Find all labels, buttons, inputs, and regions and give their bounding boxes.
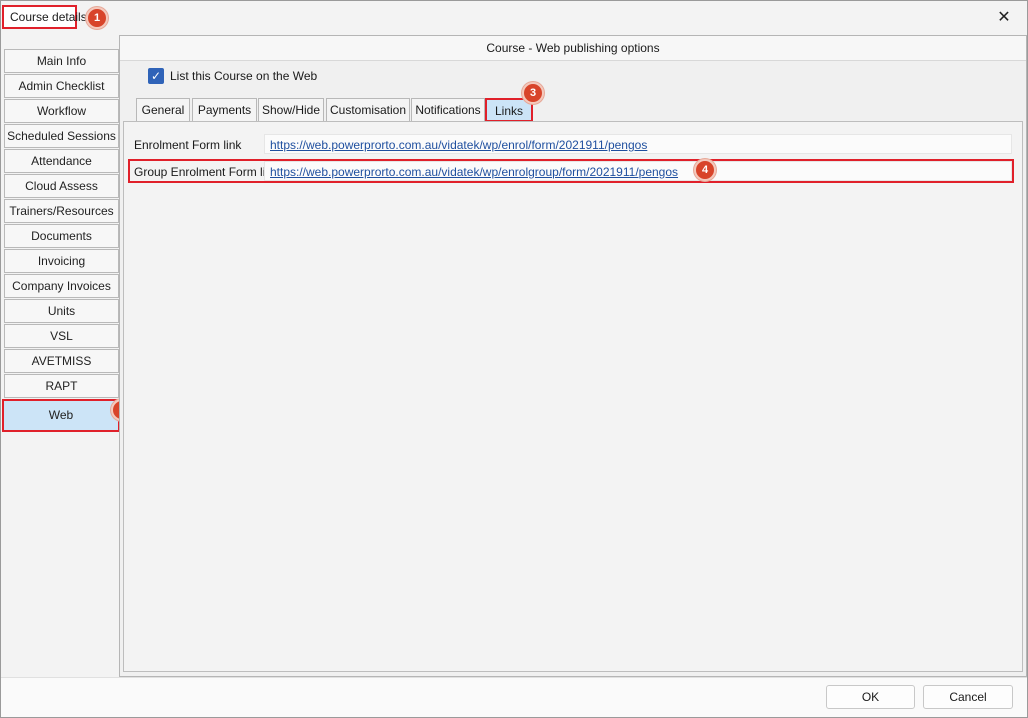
panel-header: Course - Web publishing options [120,36,1026,61]
titlebar: Course details 1 ✕ [1,1,1027,34]
group-enrolment-form-link-row: Group Enrolment Form link https://web.po… [128,161,1014,183]
web-publishing-panel: Course - Web publishing options ✓ List t… [119,35,1027,677]
sidebar-item-admin-checklist[interactable]: Admin Checklist [4,74,119,98]
enrolment-form-link[interactable]: https://web.powerprorto.com.au/vidatek/w… [270,138,647,152]
sidebar-item-invoicing[interactable]: Invoicing [4,249,119,273]
sidebar-item-trainers-resources[interactable]: Trainers/Resources [4,199,119,223]
annotation-marker-1: 1 [86,7,108,29]
sidebar-item-vsl[interactable]: VSL [4,324,119,348]
enrolment-form-link-label: Enrolment Form link [134,138,242,152]
sidebar-item-main-info[interactable]: Main Info [4,49,119,73]
sidebar-item-workflow[interactable]: Workflow [4,99,119,123]
window-title: Course details [2,5,87,29]
annotation-marker-3: 3 [522,82,544,104]
tab-notifications[interactable]: Notifications [411,98,485,122]
enrolment-form-link-row: Enrolment Form link https://web.powerpro… [128,134,1014,156]
links-tab-content: Enrolment Form link https://web.powerpro… [123,121,1023,672]
annotation-marker-4: 4 [694,159,716,181]
course-details-window: Course details 1 ✕ Main Info Admin Check… [0,0,1028,718]
list-on-web-checkbox[interactable]: ✓ [148,68,164,84]
sidebar-item-scheduled-sessions[interactable]: Scheduled Sessions [4,124,119,148]
sidebar-item-attendance[interactable]: Attendance [4,149,119,173]
close-icon: ✕ [997,9,1011,26]
ok-button[interactable]: OK [826,685,915,709]
sidebar-item-rapt[interactable]: RAPT [4,374,119,398]
dialog-footer: OK Cancel [1,677,1027,717]
group-enrolment-form-link[interactable]: https://web.powerprorto.com.au/vidatek/w… [270,165,678,179]
list-on-web-label: List this Course on the Web [170,69,318,83]
tab-general[interactable]: General [136,98,190,122]
sidebar-nav: Main Info Admin Checklist Workflow Sched… [2,49,120,433]
group-enrolment-form-link-label: Group Enrolment Form link [134,165,279,179]
sidebar-item-units[interactable]: Units [4,299,119,323]
sidebar-item-documents[interactable]: Documents [4,224,119,248]
tab-customisation[interactable]: Customisation [326,98,410,122]
sidebar-item-cloud-assess[interactable]: Cloud Assess [4,174,119,198]
close-button[interactable]: ✕ [995,9,1013,27]
tab-payments[interactable]: Payments [192,98,257,122]
tab-show-hide[interactable]: Show/Hide [258,98,324,122]
group-enrolment-form-link-field: https://web.powerprorto.com.au/vidatek/w… [264,161,1012,181]
sidebar-item-web[interactable]: Web [2,399,120,432]
checkmark-icon: ✓ [150,69,162,83]
enrolment-form-link-field: https://web.powerprorto.com.au/vidatek/w… [264,134,1012,154]
cancel-button[interactable]: Cancel [923,685,1013,709]
sidebar-item-avetmiss[interactable]: AVETMISS [4,349,119,373]
sidebar-item-company-invoices[interactable]: Company Invoices [4,274,119,298]
